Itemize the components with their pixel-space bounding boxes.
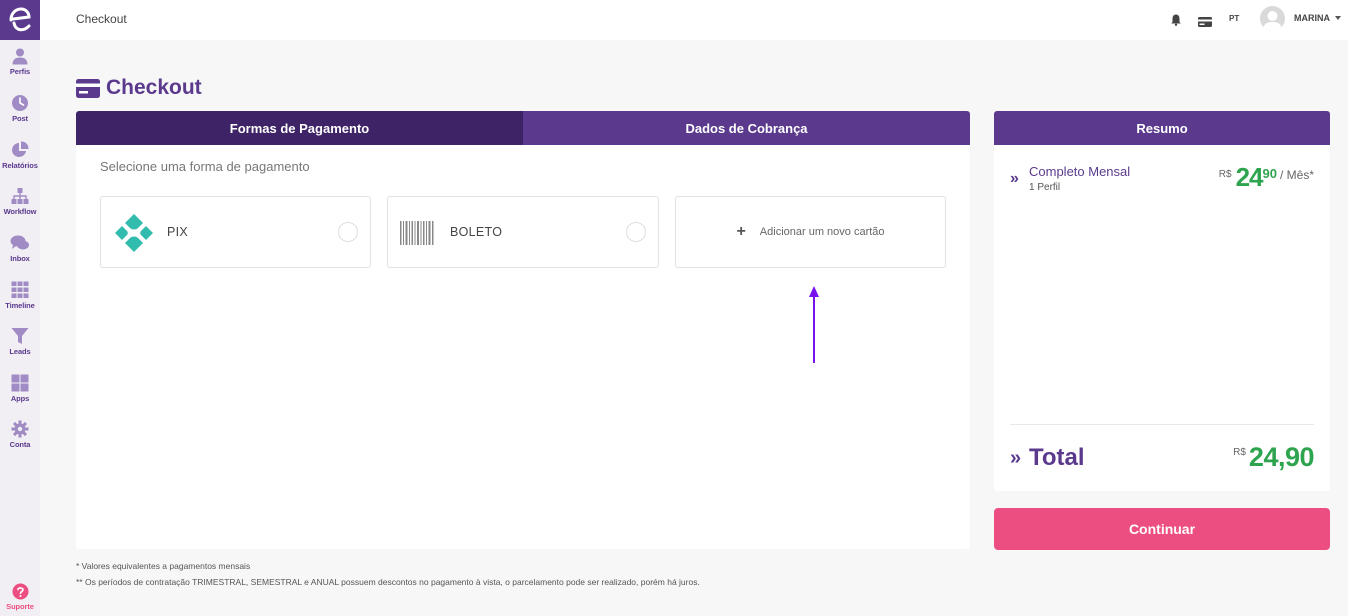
price-currency: R$ bbox=[1218, 169, 1232, 180]
workflow-icon bbox=[11, 188, 29, 204]
pix-icon bbox=[115, 214, 153, 252]
sidebar-item-relatorios[interactable]: Relatórios bbox=[0, 141, 40, 170]
price-period: / Mês* bbox=[1279, 168, 1314, 182]
sidebar-item-workflow[interactable]: Workflow bbox=[0, 187, 40, 216]
payment-option-pix[interactable]: PIX bbox=[100, 196, 371, 268]
summary-title: Resumo bbox=[994, 111, 1330, 145]
plan-price: R$ 24 90 / Mês* bbox=[1219, 163, 1314, 191]
sidebar-item-timeline[interactable]: Timeline bbox=[0, 281, 40, 310]
page-title: Checkout bbox=[76, 76, 202, 100]
help-icon bbox=[12, 583, 28, 600]
topbar-title: Checkout bbox=[76, 12, 127, 26]
boleto-label: BOLETO bbox=[450, 225, 503, 239]
barcode-icon bbox=[400, 221, 434, 245]
sidebar-item-label: Conta bbox=[9, 440, 31, 449]
pix-radio[interactable] bbox=[338, 222, 358, 242]
credit-card-icon bbox=[76, 78, 100, 98]
payment-option-boleto[interactable]: BOLETO bbox=[387, 196, 659, 268]
footnote-periods: ** Os períodos de contratação TRIMESTRAL… bbox=[76, 577, 700, 587]
boleto-radio[interactable] bbox=[626, 222, 646, 242]
summary-divider bbox=[1010, 424, 1314, 425]
price-integer: 24 bbox=[1235, 162, 1264, 192]
avatar[interactable] bbox=[1260, 6, 1285, 31]
sidebar-item-post[interactable]: Post bbox=[0, 94, 40, 123]
footnote-monthly: * Valores equivalentes a pagamentos mens… bbox=[76, 561, 251, 571]
total-price: R$ 24,90 bbox=[1233, 442, 1314, 473]
double-chevron-right-icon: » bbox=[1010, 170, 1019, 187]
add-card-button[interactable]: + Adicionar um novo cartão bbox=[675, 196, 946, 268]
total-label: Total bbox=[1029, 444, 1085, 471]
summary-panel: Resumo » Completo Mensal 1 Perfil R$ 24 … bbox=[994, 111, 1330, 491]
plus-icon: + bbox=[736, 223, 746, 240]
sidebar-item-label: Perfis bbox=[9, 67, 31, 76]
sidebar-item-label: Relatórios bbox=[2, 161, 38, 170]
payment-panel: Formas de Pagamento Dados de Cobrança Se… bbox=[76, 111, 970, 549]
username[interactable]: MARINA bbox=[1294, 13, 1330, 23]
plan-profiles: 1 Perfil bbox=[1029, 182, 1061, 193]
tab-formas-de-pagamento[interactable]: Formas de Pagamento bbox=[76, 111, 523, 145]
topbar: Checkout PT MARINA bbox=[40, 0, 1348, 40]
pix-label: PIX bbox=[167, 225, 189, 239]
sidebar-item-label: Post bbox=[12, 114, 28, 123]
logo-e-icon bbox=[9, 7, 31, 32]
sidebar-item-perfis[interactable]: Perfis bbox=[0, 47, 40, 76]
payment-subtitle: Selecione uma forma de pagamento bbox=[100, 159, 310, 174]
sidebar-item-label: Apps bbox=[10, 394, 30, 403]
gear-icon bbox=[11, 420, 29, 438]
sidebar-item-inbox[interactable]: Inbox bbox=[0, 234, 40, 263]
plan-name: Completo Mensal bbox=[1029, 164, 1131, 179]
sidebar-item-suporte[interactable]: Suporte bbox=[0, 583, 40, 611]
apps-icon bbox=[11, 374, 29, 392]
language-selector[interactable]: PT bbox=[1229, 14, 1239, 23]
chevron-down-icon[interactable] bbox=[1335, 16, 1341, 20]
app-logo[interactable] bbox=[0, 0, 40, 40]
annotation-arrow-line bbox=[813, 293, 815, 363]
sidebar-item-label: Workflow bbox=[3, 207, 37, 216]
sidebar-item-label: Inbox bbox=[10, 254, 30, 263]
sidebar-item-label: Leads bbox=[9, 347, 31, 356]
user-avatar-icon bbox=[1263, 11, 1282, 31]
grid-icon bbox=[11, 281, 29, 298]
clock-icon bbox=[12, 95, 28, 111]
tab-dados-de-cobranca[interactable]: Dados de Cobrança bbox=[523, 111, 970, 145]
notification-bell-icon[interactable] bbox=[1171, 13, 1181, 31]
pie-chart-icon bbox=[12, 141, 29, 157]
double-chevron-right-icon: » bbox=[1010, 447, 1022, 469]
sidebar-item-leads[interactable]: Leads bbox=[0, 327, 40, 356]
page-title-text: Checkout bbox=[106, 76, 202, 99]
credit-card-icon[interactable] bbox=[1198, 14, 1212, 32]
sidebar-item-label: Timeline bbox=[5, 301, 35, 310]
total-currency: R$ bbox=[1233, 447, 1246, 458]
sidebar: Perfis Post Relatórios Workflow Inbox Ti… bbox=[0, 0, 40, 616]
checkout-tabs: Formas de Pagamento Dados de Cobrança bbox=[76, 111, 970, 145]
chat-icon bbox=[10, 235, 29, 250]
continue-button[interactable]: Continuar bbox=[994, 508, 1330, 550]
sidebar-item-apps[interactable]: Apps bbox=[0, 374, 40, 403]
filter-icon bbox=[11, 328, 29, 344]
add-card-label: Adicionar um novo cartão bbox=[759, 226, 885, 238]
total-amount: 24,90 bbox=[1248, 442, 1315, 472]
sidebar-item-label: Suporte bbox=[6, 602, 34, 611]
price-decimal: 90 bbox=[1262, 166, 1277, 181]
person-icon bbox=[12, 48, 28, 65]
sidebar-item-conta[interactable]: Conta bbox=[0, 420, 40, 449]
